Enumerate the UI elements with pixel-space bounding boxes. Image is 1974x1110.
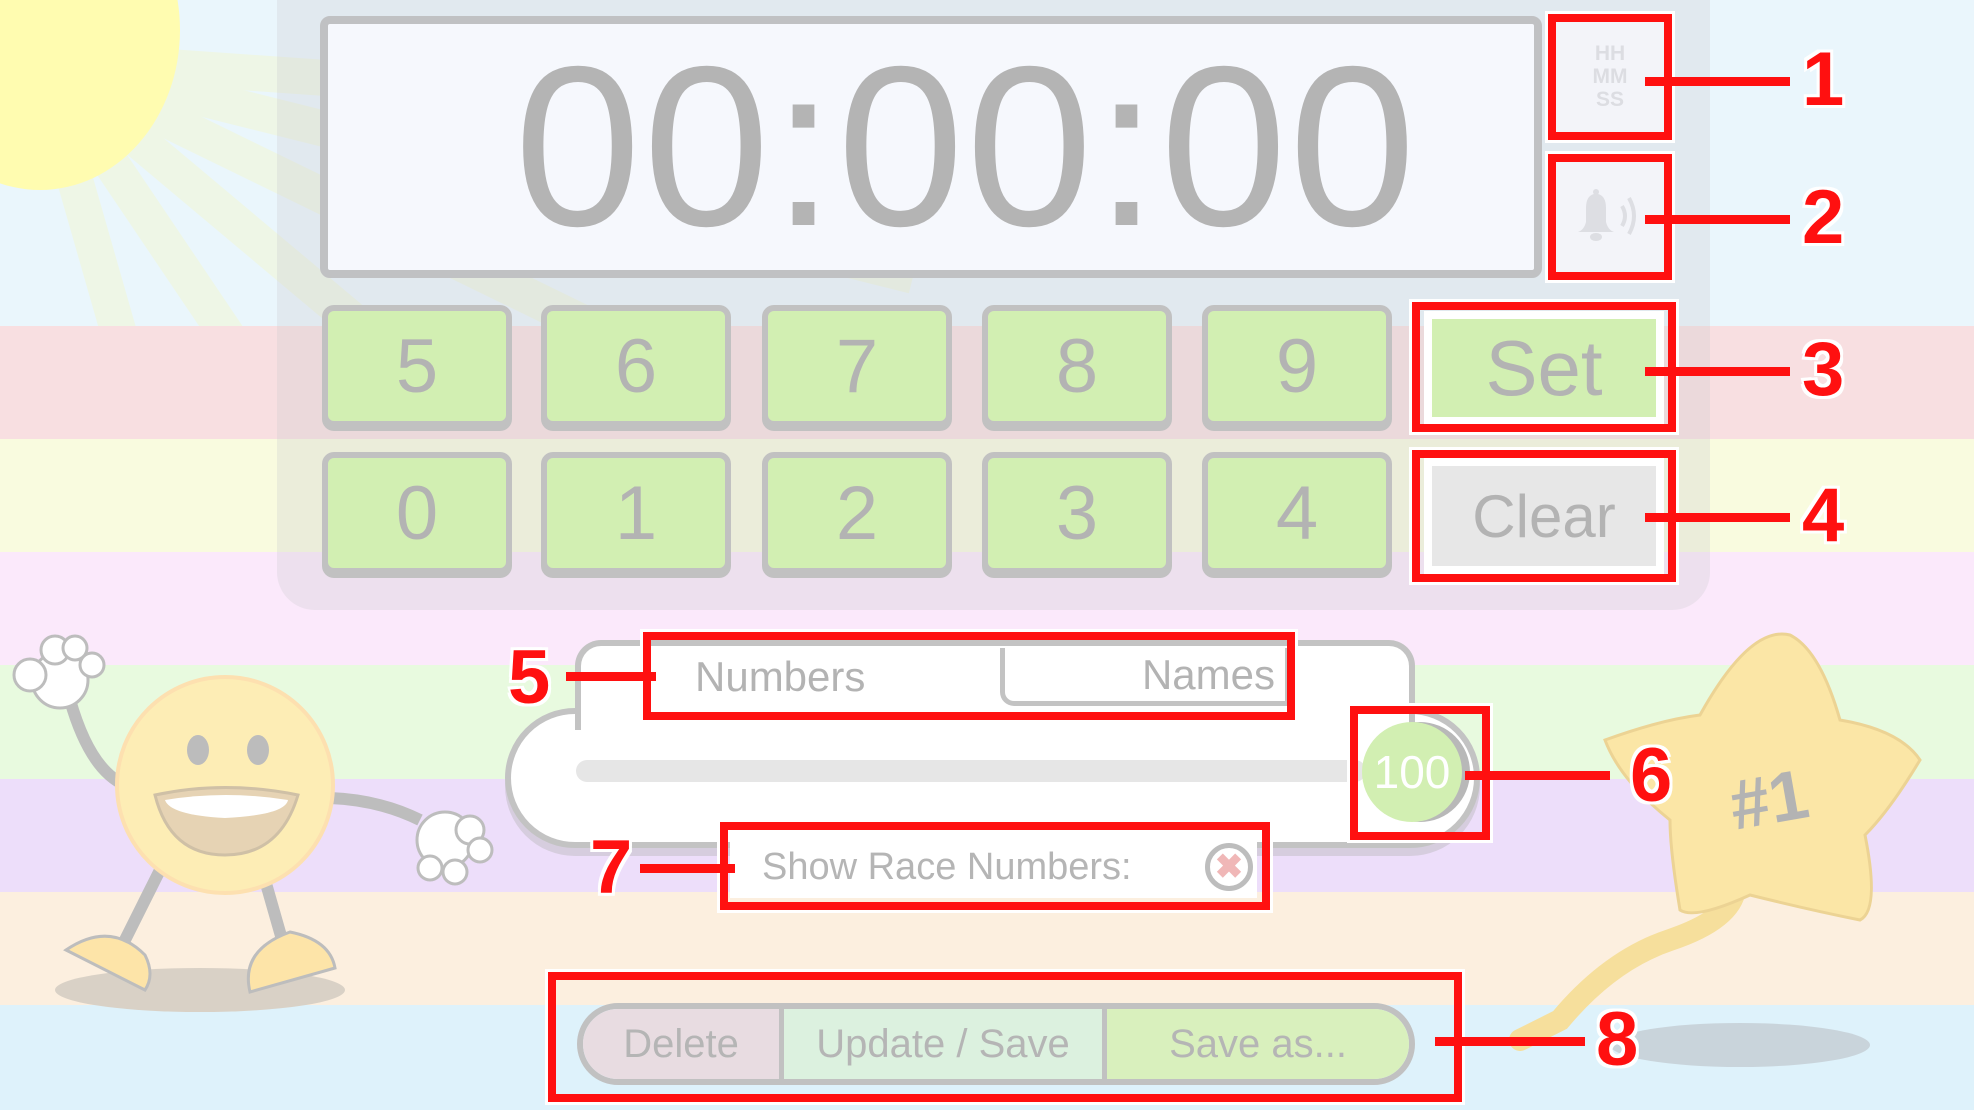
callout-number-3: 3 [1802,327,1845,412]
callout-leader-3 [1645,367,1790,376]
key-3[interactable]: 3 [982,452,1172,574]
callout-number-4: 4 [1802,473,1845,558]
key-4[interactable]: 4 [1202,452,1392,574]
left-leg [119,867,166,943]
time-display: 00:00:00 [320,16,1542,278]
callout-leader-1 [1645,77,1790,86]
callout-leader-7 [640,864,735,873]
slider-track[interactable] [576,760,1366,782]
callout-leader-2 [1645,215,1790,224]
time-readout: 00:00:00 [514,20,1418,274]
callout-leader-8 [1435,1037,1585,1046]
left-glove [12,634,106,710]
key-0[interactable]: 0 [322,452,512,574]
callout-number-2: 2 [1802,175,1845,260]
key-5[interactable]: 5 [322,305,512,427]
smiley-face [115,675,335,895]
callout-number-1: 1 [1802,37,1845,122]
left-eye [187,735,209,765]
callout-leader-4 [1645,513,1790,522]
key-6[interactable]: 6 [541,305,731,427]
star-label: #1 [1724,754,1814,844]
callout-leader-6 [1465,771,1610,780]
callout-number-7: 7 [590,825,633,910]
right-arm [329,792,423,826]
callout-box-8 [545,969,1465,1105]
key-2[interactable]: 2 [762,452,952,574]
callout-number-8: 8 [1596,997,1639,1082]
callout-box-7 [717,819,1273,913]
right-glove [415,810,494,886]
key-1[interactable]: 1 [541,452,731,574]
callout-leader-5 [566,672,656,681]
key-9[interactable]: 9 [1202,305,1392,427]
callout-box-5 [640,629,1298,723]
key-7[interactable]: 7 [762,305,952,427]
callout-box-3 [1409,299,1679,435]
right-eye [247,735,269,765]
callout-box-4 [1409,447,1679,585]
callout-number-6: 6 [1630,733,1673,818]
callout-number-5: 5 [508,635,551,720]
balloon-shadow [1610,1023,1870,1067]
key-8[interactable]: 8 [982,305,1172,427]
smiley-character [12,634,494,1012]
